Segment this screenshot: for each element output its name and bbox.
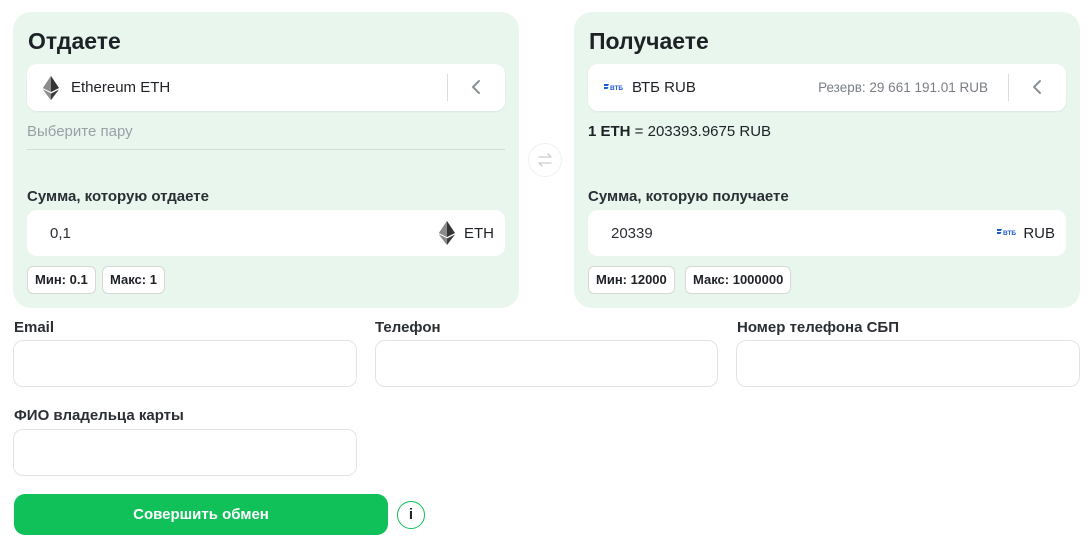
get-min-chip[interactable]: Мин: 12000 bbox=[588, 266, 675, 294]
give-card: Отдаете Ethereum ETH Выберите пару Сумма… bbox=[13, 12, 519, 308]
pair-hint: Выберите пару bbox=[27, 123, 133, 140]
give-title: Отдаете bbox=[28, 28, 121, 54]
give-amount-currency: ETH bbox=[464, 225, 494, 242]
ethereum-icon bbox=[43, 76, 59, 100]
get-currency-name: ВТБ RUB bbox=[632, 79, 696, 96]
get-sum-label: Сумма, которую получаете bbox=[588, 188, 789, 205]
get-title: Получаете bbox=[589, 28, 709, 54]
sbp-phone-field[interactable] bbox=[736, 340, 1080, 387]
info-icon[interactable]: i bbox=[397, 501, 425, 529]
chevron-left-icon[interactable] bbox=[469, 79, 483, 95]
svg-text:ВТБ: ВТБ bbox=[610, 85, 623, 92]
divider bbox=[27, 149, 505, 150]
exchange-rate: 1 ETH = 203393.9675 RUB bbox=[588, 123, 771, 140]
selector-divider bbox=[1008, 74, 1009, 101]
reserve-amount: Резерв: 29 661 191.01 RUB bbox=[818, 80, 988, 95]
give-sum-label: Сумма, которую отдаете bbox=[27, 188, 209, 205]
get-amount-value: 20339 bbox=[611, 225, 653, 242]
chevron-left-icon[interactable] bbox=[1030, 79, 1044, 95]
submit-exchange-button[interactable]: Совершить обмен bbox=[14, 494, 388, 535]
svg-text:ВТБ: ВТБ bbox=[1003, 230, 1016, 237]
fio-field[interactable] bbox=[13, 429, 357, 476]
get-max-chip[interactable]: Макс: 1000000 bbox=[685, 266, 792, 294]
get-currency-selector[interactable]: ВТБ ВТБ RUB Резерв: 29 661 191.01 RUB bbox=[588, 64, 1066, 111]
phone-label: Телефон bbox=[375, 319, 441, 336]
exchange-page: Отдаете Ethereum ETH Выберите пару Сумма… bbox=[0, 0, 1090, 538]
swap-button[interactable] bbox=[528, 143, 562, 177]
rate-quote: = 203393.9675 RUB bbox=[630, 123, 772, 140]
vtb-logo-icon: ВТБ bbox=[997, 229, 1016, 237]
give-min-chip[interactable]: Мин: 0.1 bbox=[27, 266, 96, 294]
give-currency-selector[interactable]: Ethereum ETH bbox=[27, 64, 505, 111]
email-label: Email bbox=[14, 319, 55, 336]
swap-arrows-icon bbox=[538, 153, 552, 167]
selector-divider bbox=[447, 74, 448, 101]
ethereum-icon bbox=[439, 221, 455, 245]
phone-field[interactable] bbox=[375, 340, 718, 387]
vtb-logo-icon: ВТБ bbox=[604, 84, 623, 92]
get-amount-currency: RUB bbox=[1023, 225, 1055, 242]
get-card: Получаете ВТБ ВТБ RUB Резерв: 29 661 191… bbox=[574, 12, 1080, 308]
give-currency-name: Ethereum ETH bbox=[71, 79, 171, 96]
give-amount-value: 0,1 bbox=[50, 225, 71, 242]
sbp-phone-label: Номер телефона СБП bbox=[737, 319, 899, 336]
give-max-chip[interactable]: Макс: 1 bbox=[102, 266, 165, 294]
get-amount-input[interactable]: 20339 ВТБ RUB bbox=[588, 210, 1066, 256]
rate-base: 1 ETH bbox=[588, 123, 631, 140]
give-amount-input[interactable]: 0,1 ETH bbox=[27, 210, 505, 256]
email-field[interactable] bbox=[13, 340, 357, 387]
fio-label: ФИО владельца карты bbox=[14, 407, 184, 424]
